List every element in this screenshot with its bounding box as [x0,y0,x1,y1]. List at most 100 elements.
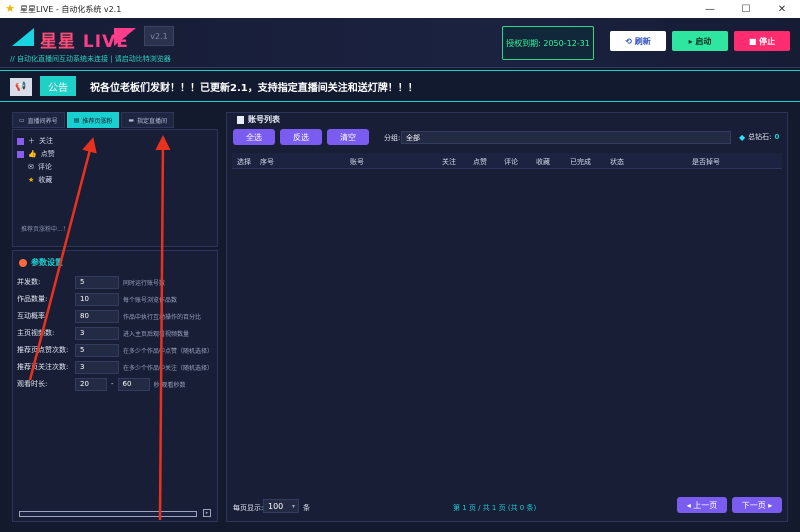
connection-status: // 自动化直播间互动系统未连接 | 请启动比特浏览器 [10,55,171,63]
param-recommend-follows: 推荐页关注次数: 3 在多少个作品中关注（随机选择） [17,360,209,374]
column-header[interactable]: 点赞 [473,157,487,167]
scroll-right-button[interactable]: ▸ [203,509,211,517]
param-homepage-videos: 主页视频数: 3 进入主页后观看视频数量 [17,326,209,340]
announcement-tag: 公告 [40,76,76,96]
star-icon: ★ [5,2,15,15]
column-header[interactable]: 是否掉号 [692,157,720,167]
refresh-button[interactable]: ⟲ 刷新 [610,31,666,51]
column-header[interactable]: 收藏 [536,157,550,167]
column-header[interactable]: 选择 [237,157,251,167]
param-interaction-rate: 互动概率: 80 作品中执行互动操作的百分比 [17,309,209,323]
window-titlebar: ★ 星星LIVE - 自动化系统 v2.1 — ☐ ✕ [0,0,800,18]
watch-max-input[interactable]: 60 [117,377,150,391]
clear-selection-button[interactable]: 清空 [327,129,369,145]
tab-label: 推荐页涨粉 [82,117,113,125]
start-button[interactable]: ▸ 启动 [672,31,728,51]
column-header[interactable]: 序号 [260,157,274,167]
window-title: 星星LIVE - 自动化系统 v2.1 [20,4,122,14]
param-input[interactable]: 3 [75,326,119,340]
param-desc: 在多少个作品中关注（随机选择） [123,364,209,372]
task-label: 点赞 [40,150,55,158]
task-label: 收藏 [38,176,53,184]
account-list-title-text: 账号列表 [248,115,280,124]
param-input[interactable]: 80 [75,309,119,323]
star-icon: ★ [28,176,35,184]
app-header: 星星 LIVE v2.1 // 自动化直播间互动系统未连接 | 请启动比特浏览器… [0,18,800,68]
version-badge: v2.1 [144,26,174,46]
announcement-bar: 📢 公告 祝各位老板们发财！！！已更新2.1，支持指定直播间关注和送灯牌！！！ [0,70,800,102]
stop-button[interactable]: ■ 停止 [734,31,790,51]
prev-page-button[interactable]: ◂ 上一页 [677,497,727,513]
monitor-icon: ▬ [128,116,135,124]
task-checkbox[interactable] [17,150,24,158]
maximize-button[interactable]: ☐ [728,0,764,18]
param-input[interactable]: 5 [75,343,119,357]
header-actions: ⟲ 刷新 ▸ 启动 ■ 停止 [610,31,790,51]
tab-live-room-nurture[interactable]: ▭ 直播间养号 [12,112,65,128]
column-header[interactable]: 评论 [504,157,518,167]
settings-icon [19,258,27,267]
param-recommend-likes: 推荐页点赞次数: 5 在多少个作品中点赞（随机选择） [17,343,209,357]
close-button[interactable]: ✕ [764,0,800,18]
watch-min-input[interactable]: 20 [75,377,107,391]
next-page-button[interactable]: 下一页 ▸ [732,497,782,513]
minimize-button[interactable]: — [692,0,728,18]
invert-selection-button[interactable]: 反选 [280,129,322,145]
param-label: 主页视频数: [17,329,55,337]
page-info: 第 1 页 / 共 1 页 (共 0 条) [453,504,537,512]
param-label: 互动概率: [17,312,48,320]
doc-icon: ▤ [73,116,80,124]
per-page-value: 100 [268,501,284,511]
column-header[interactable]: 关注 [442,157,456,167]
task-like[interactable]: 👍 点赞 [17,149,55,159]
param-desc: 进入主页后观看视频数量 [123,330,190,338]
task-list: ＋ 关注 👍 点赞 ✉ 评论 ★ 收藏 推荐页涨粉中...！ [12,129,218,247]
param-label: 观看时长: [17,380,48,388]
tab-recommend-follow[interactable]: ▤ 推荐页涨粉 [66,112,120,128]
param-input[interactable]: 10 [75,292,119,306]
column-header[interactable]: 已完成 [570,157,591,167]
range-separator: - [111,380,114,388]
mode-tabs: ▭ 直播间养号 ▤ 推荐页涨粉 ▬ 指定直播间 [12,112,176,128]
params-panel: 参数设置 并发数: 5 同时运行账号数 作品数量: 10 每个账号浏览作品数 互… [12,250,218,522]
task-checkbox[interactable] [17,137,24,145]
tv-icon: ▭ [19,116,25,124]
announcement-text: 祝各位老板们发财！！！已更新2.1，支持指定直播间关注和送灯牌！！！ [90,83,418,94]
logo-triangle-left [12,28,34,46]
tab-label: 指定直播间 [137,117,168,125]
column-header[interactable]: 状态 [610,157,624,167]
horizontal-scrollbar[interactable] [19,511,197,517]
logo: 星星 LIVE [10,24,140,54]
task-status-note: 推荐页涨粉中...！ [21,226,69,233]
param-label: 并发数: [17,278,41,286]
task-comment[interactable]: ✉ 评论 [28,162,52,172]
param-desc: 秒 观看秒数 [153,381,186,389]
per-page-select[interactable]: 100 ▾ [263,499,299,513]
per-page-unit: 条 [303,504,310,512]
group-label: 分组: [384,134,401,142]
tab-specified-live-room[interactable]: ▬ 指定直播间 [121,112,175,128]
select-all-button[interactable]: 全选 [233,129,275,145]
task-favorite[interactable]: ★ 收藏 [28,175,52,185]
document-icon [237,115,244,124]
params-title-text: 参数设置 [31,258,63,267]
column-header[interactable]: 账号 [350,157,364,167]
params-title: 参数设置 [19,257,63,268]
param-input[interactable]: 5 [75,275,119,289]
param-desc: 同时运行账号数 [123,279,166,287]
megaphone-icon: 📢 [10,78,32,96]
chevron-down-icon: ▾ [291,502,295,510]
task-label: 关注 [39,137,53,145]
mail-icon: ✉ [28,163,34,171]
pagination-bar: 每页显示: 100 ▾ 条 第 1 页 / 共 1 页 (共 0 条) ◂ 上一… [227,497,787,517]
account-list-panel: 账号列表 全选 反选 清空 分组: 全部 ◆ 总钻石: 0 选择 序号 账号 关… [226,112,788,522]
task-follow[interactable]: ＋ 关注 [17,136,53,146]
thumbs-up-icon: 👍 [28,150,37,158]
plus-icon: ＋ [28,137,35,145]
group-select[interactable]: 全部 [401,131,731,144]
param-desc: 在多少个作品中点赞（随机选择） [123,347,209,355]
param-desc: 作品中执行互动操作的百分比 [123,313,202,321]
window-controls: — ☐ ✕ [692,0,800,18]
tab-label: 直播间养号 [27,117,58,125]
param-input[interactable]: 3 [75,360,119,374]
